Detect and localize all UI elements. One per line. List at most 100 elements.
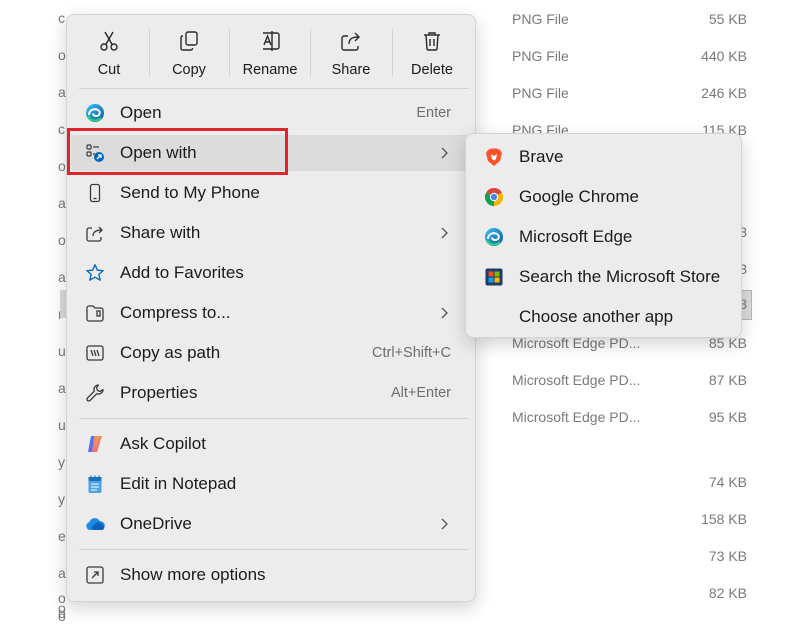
menu-item-label: Ask Copilot	[120, 434, 206, 453]
table-row[interactable]: Microsoft Edge PD... 87 KB	[512, 372, 747, 392]
share-button[interactable]: Share	[313, 23, 389, 83]
file-name-fragment: a	[58, 269, 66, 285]
table-row[interactable]: 158 KB	[512, 511, 747, 531]
menu-item-label: Properties	[120, 383, 198, 402]
submenu-item-search-store[interactable]: Search the Microsoft Store	[470, 258, 737, 296]
file-name-fragment: o	[58, 158, 66, 174]
table-row[interactable]: 82 KB	[512, 585, 747, 605]
file-name-fragment: o	[58, 47, 66, 63]
file-name-fragment: c	[58, 121, 65, 137]
submenu-item-label: Google Chrome	[519, 187, 640, 206]
menu-divider	[79, 418, 469, 419]
copilot-icon	[88, 436, 102, 452]
menu-item-show-more-options[interactable]: Show more options	[71, 557, 471, 593]
file-name-fragment: a	[58, 380, 66, 396]
menu-item-label: Share with	[120, 223, 201, 242]
rename-button[interactable]: Rename	[232, 23, 308, 83]
submenu-item-microsoft-edge[interactable]: Microsoft Edge	[470, 218, 737, 256]
shortcut-text: Ctrl+Shift+C	[372, 345, 451, 361]
notepad-icon	[88, 475, 102, 493]
rename-icon	[263, 31, 280, 51]
chevron-right-icon	[441, 307, 448, 319]
share-icon	[86, 226, 103, 242]
submenu-item-choose-another-app[interactable]: Choose another app	[470, 298, 737, 336]
menu-item-label: Copy as path	[120, 343, 221, 362]
table-row[interactable]: PNG File 440 KB	[512, 48, 747, 68]
delete-label: Delete	[411, 62, 453, 78]
toolbar-divider	[149, 29, 150, 77]
delete-button[interactable]: Delete	[394, 23, 470, 83]
table-row[interactable]: Microsoft Edge PD... 85 KB	[512, 335, 747, 355]
file-name-fragment: o	[58, 232, 66, 248]
context-menu: Cut Copy Rename Share Delete Open Enter …	[66, 14, 476, 602]
menu-item-add-favorites[interactable]: Add to Favorites	[71, 255, 471, 291]
submenu-item-label: Choose another app	[519, 307, 674, 326]
table-row[interactable]: PNG File 55 KB	[512, 11, 747, 31]
file-name-fragment: y	[58, 454, 65, 470]
share-label: Share	[331, 62, 371, 78]
file-name-fragment: e	[58, 528, 66, 544]
chevron-right-icon	[441, 518, 448, 530]
submenu-item-label: Microsoft Edge	[519, 227, 633, 246]
toolbar-divider	[229, 29, 230, 77]
submenu-item-label: Search the Microsoft Store	[519, 267, 721, 286]
table-row[interactable]: PNG File 246 KB	[512, 85, 747, 105]
open-with-submenu: Brave Google Chrome Microsoft Edge Searc…	[465, 133, 742, 338]
file-name-fragment: a	[58, 565, 66, 581]
file-name-fragment: y	[58, 491, 65, 507]
context-menu-toolbar: Cut Copy Rename Share Delete	[67, 15, 475, 87]
submenu-item-label: Brave	[519, 147, 564, 166]
cut-label: Cut	[97, 62, 121, 78]
menu-item-edit-notepad[interactable]: Edit in Notepad	[71, 466, 471, 502]
menu-item-properties[interactable]: Properties Alt+Enter	[71, 375, 471, 411]
cut-button[interactable]: Cut	[71, 23, 147, 83]
toolbar-divider	[392, 29, 393, 77]
menu-item-share-with[interactable]: Share with	[71, 215, 471, 251]
copy-path-icon	[86, 345, 104, 361]
trash-icon	[424, 32, 440, 51]
star-icon	[86, 264, 104, 281]
menu-item-label: Add to Favorites	[120, 263, 244, 282]
wrench-icon	[86, 384, 104, 402]
menu-item-send-to-phone[interactable]: Send to My Phone	[71, 175, 471, 211]
copy-icon	[180, 31, 198, 51]
chrome-icon	[484, 187, 504, 206]
table-row[interactable]: Microsoft Edge PD... 95 KB	[512, 409, 747, 429]
edge-icon	[86, 104, 104, 122]
copy-button[interactable]: Copy	[151, 23, 227, 83]
menu-item-compress[interactable]: Compress to...	[71, 295, 471, 331]
submenu-item-brave[interactable]: Brave	[470, 138, 737, 176]
highlight-box	[67, 128, 288, 175]
onedrive-cloud-icon	[86, 518, 105, 530]
menu-item-label: Send to My Phone	[120, 183, 260, 202]
rename-label: Rename	[242, 62, 298, 78]
menu-item-label: Show more options	[120, 565, 266, 584]
menu-item-label: OneDrive	[120, 514, 192, 533]
menu-item-label: Edit in Notepad	[120, 474, 237, 493]
toolbar-divider	[310, 29, 311, 77]
microsoft-store-icon	[485, 268, 503, 286]
file-name-fragment: a	[58, 195, 66, 211]
brave-icon	[486, 148, 502, 166]
chevron-right-icon	[441, 227, 448, 239]
show-more-icon	[86, 566, 104, 584]
file-name-fragment: u	[58, 343, 66, 359]
phone-icon	[89, 183, 101, 203]
scissors-icon	[100, 31, 118, 51]
menu-item-copy-as-path[interactable]: Copy as path Ctrl+Shift+C	[71, 335, 471, 371]
file-name-fragment: a	[58, 84, 66, 100]
copy-label: Copy	[172, 62, 206, 78]
table-row[interactable]: 73 KB	[512, 548, 747, 568]
shortcut-text: Alt+Enter	[390, 385, 451, 401]
menu-divider	[79, 88, 469, 89]
table-row[interactable]: 74 KB	[512, 474, 747, 494]
file-name-fragment: c	[58, 10, 65, 26]
menu-item-ask-copilot[interactable]: Ask Copilot	[71, 426, 471, 462]
zip-folder-icon	[86, 305, 104, 322]
menu-item-onedrive[interactable]: OneDrive	[71, 506, 471, 542]
menu-item-label: Open	[120, 103, 162, 122]
submenu-item-google-chrome[interactable]: Google Chrome	[470, 178, 737, 216]
menu-item-open[interactable]: Open Enter	[71, 95, 471, 131]
menu-divider	[79, 549, 469, 550]
shortcut-text: Enter	[416, 105, 451, 121]
